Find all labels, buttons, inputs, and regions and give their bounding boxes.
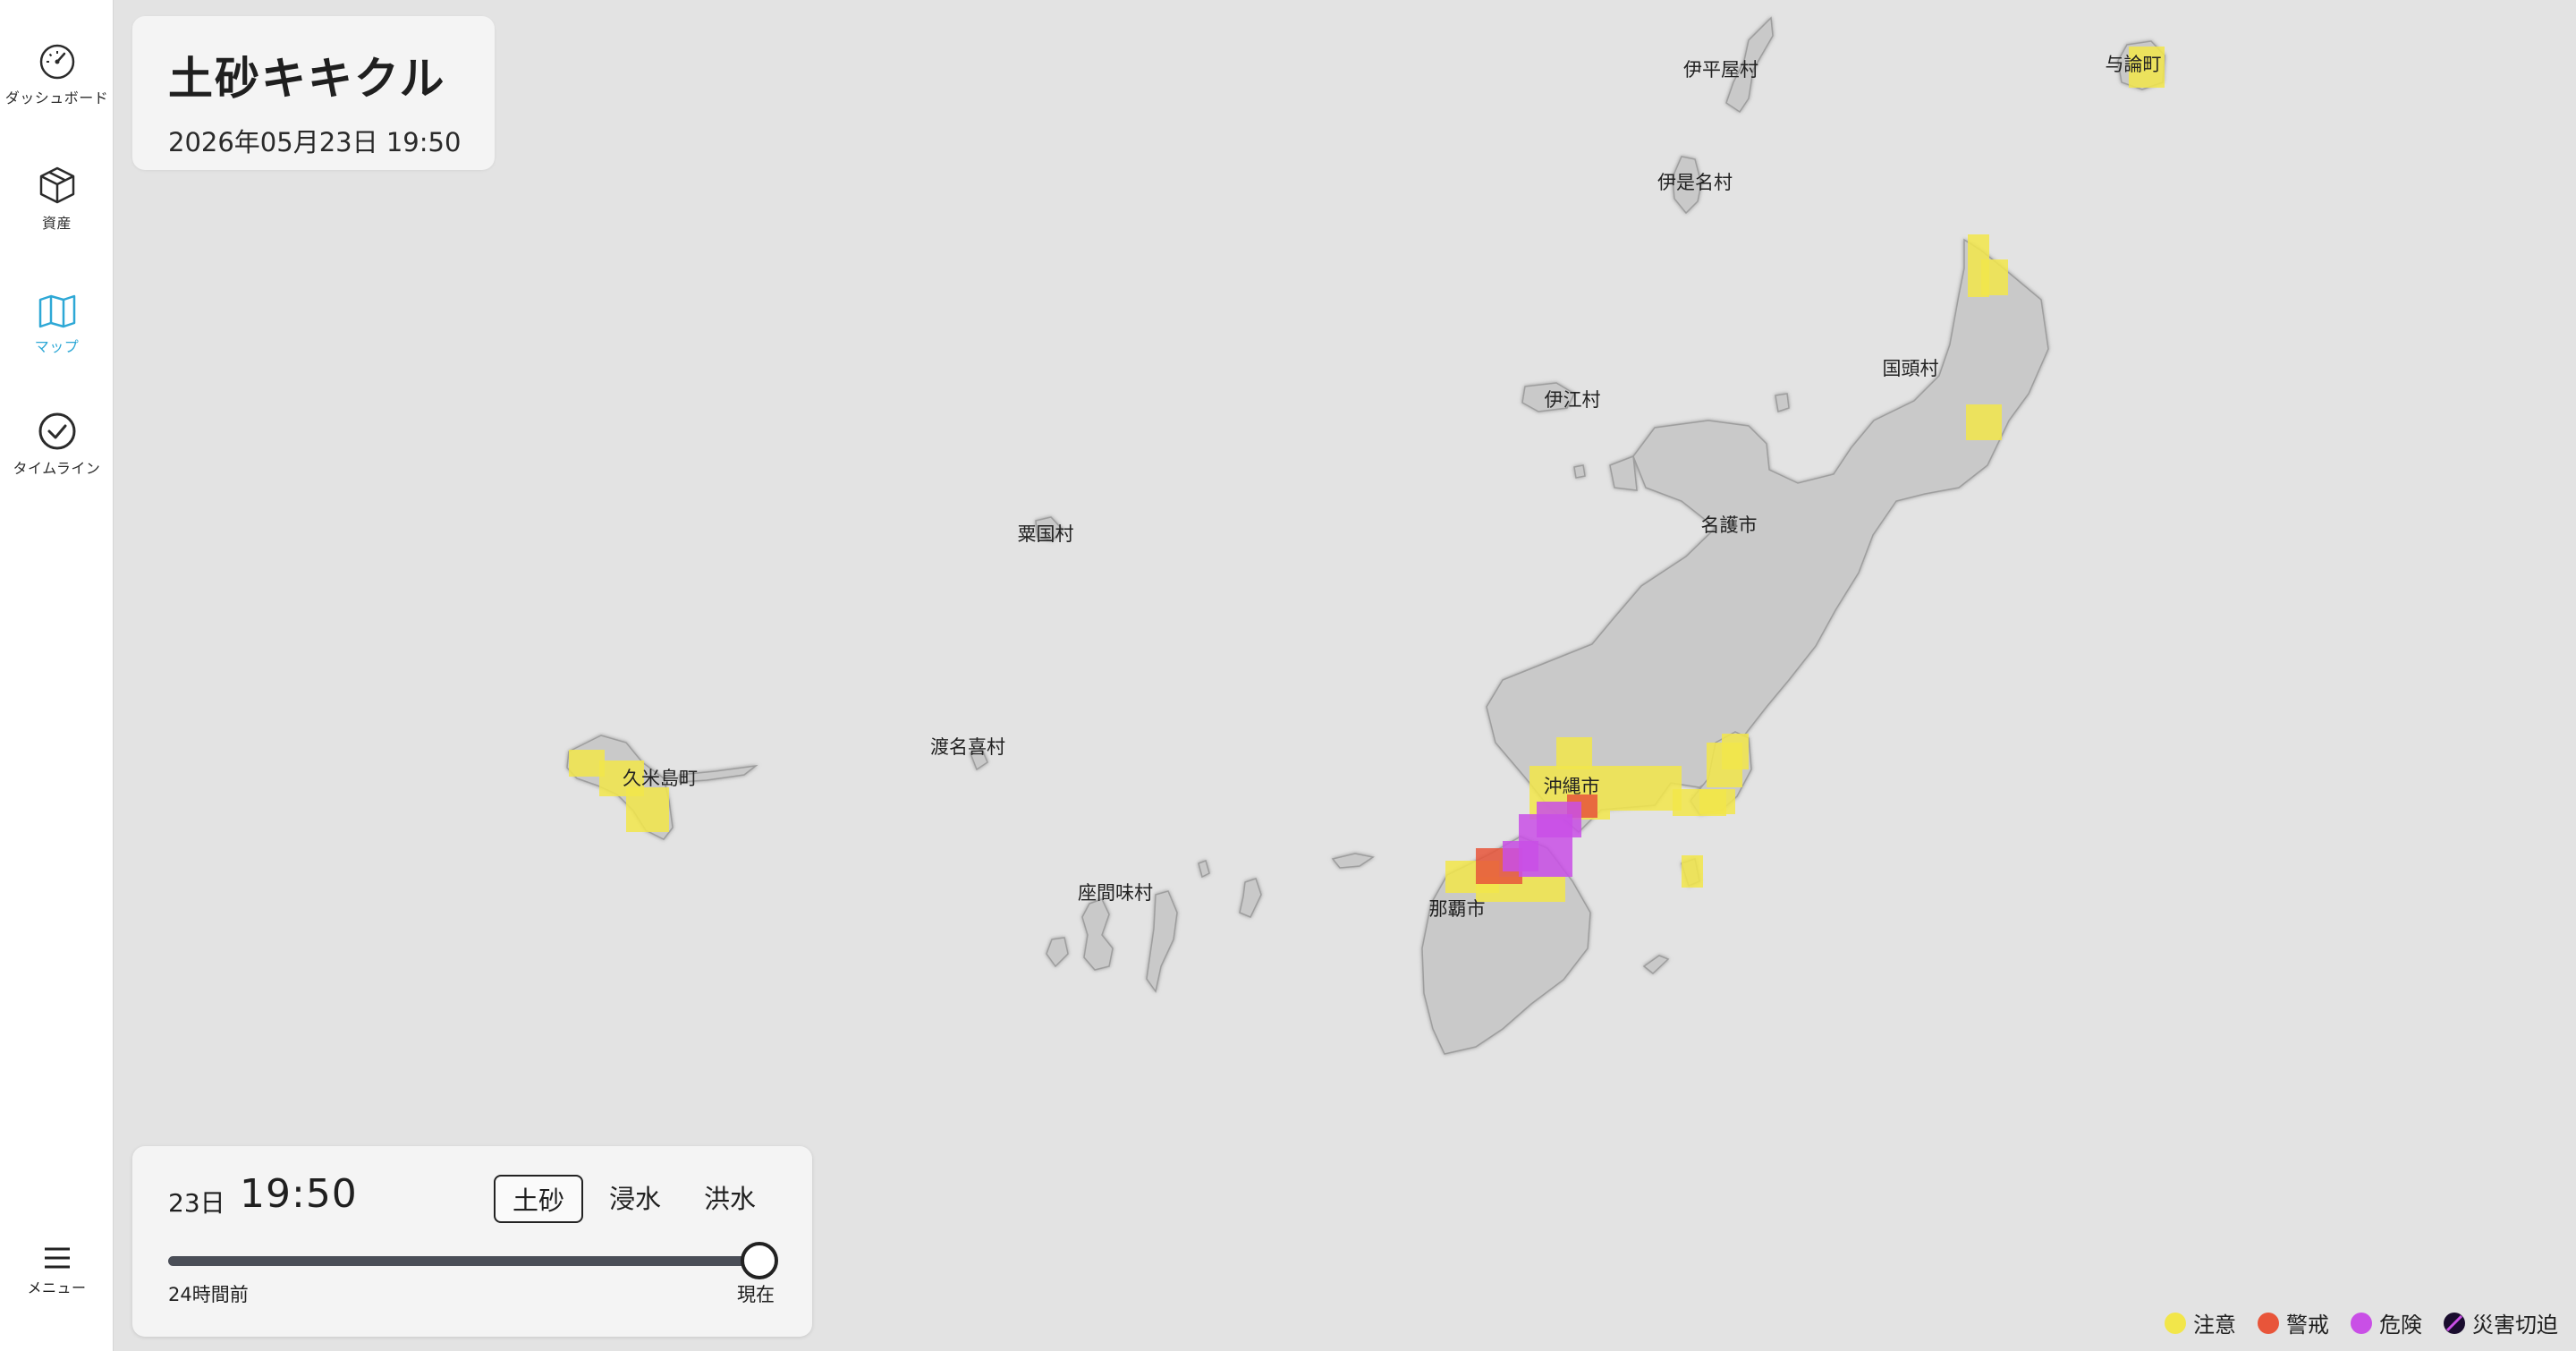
tab-inundation[interactable]: 浸水 xyxy=(592,1175,678,1223)
warning-swatch-icon xyxy=(2258,1312,2279,1334)
page-datetime: 2026年05月23日 19:50 xyxy=(168,127,462,157)
caution-swatch-icon xyxy=(2165,1312,2186,1334)
place-label-nago: 名護市 xyxy=(1700,514,1758,536)
sidebar-item-dashboard[interactable]: ダッシュボード xyxy=(0,43,114,107)
tab-flood[interactable]: 洪水 xyxy=(687,1175,773,1223)
slider-end-label: 現在 xyxy=(737,1284,775,1305)
box-icon xyxy=(39,166,74,204)
title-card: 土砂キキクル 2026年05月23日 19:50 xyxy=(132,16,495,170)
place-label-kumejima: 久米島町 xyxy=(623,768,698,789)
sidebar-item-label: 資産 xyxy=(41,215,72,232)
menu-button[interactable]: メニュー xyxy=(0,1245,114,1297)
legend-label: 警戒 xyxy=(2286,1313,2329,1338)
place-label-tonaki: 渡名喜村 xyxy=(930,736,1005,758)
sidebar-item-label: ダッシュボード xyxy=(4,89,109,106)
page-title: 土砂キキクル xyxy=(168,53,446,105)
sidebar: ダッシュボード 資産 マップ タイムライン メニュー xyxy=(0,0,114,1351)
legend-label: 注意 xyxy=(2193,1313,2236,1338)
selected-time: 19:50 xyxy=(240,1171,358,1217)
place-label-izena: 伊是名村 xyxy=(1657,172,1733,193)
sidebar-item-label: マップ xyxy=(34,338,80,355)
place-label-ie: 伊江村 xyxy=(1544,389,1601,411)
check-circle-icon xyxy=(38,412,75,450)
legend-item-imminent: 災害切迫 xyxy=(2444,1307,2558,1338)
selected-day: 23日 xyxy=(168,1188,225,1218)
place-label-zamami: 座間味村 xyxy=(1078,882,1153,904)
kerama-islands xyxy=(1081,898,1114,971)
legend: 注意 警戒 危険 災害切迫 xyxy=(2165,1307,2558,1338)
sidebar-item-timeline[interactable]: タイムライン xyxy=(0,412,114,478)
legend-label: 危険 xyxy=(2379,1313,2422,1338)
legend-label: 災害切迫 xyxy=(2472,1313,2558,1338)
place-label-iheya: 伊平屋村 xyxy=(1683,59,1758,81)
sidebar-item-map[interactable]: マップ xyxy=(0,293,114,356)
time-slider-thumb[interactable] xyxy=(741,1242,778,1279)
danger-swatch-icon xyxy=(2351,1312,2372,1334)
map-icon xyxy=(38,294,75,328)
tab-landslide[interactable]: 土砂 xyxy=(494,1175,583,1223)
place-label-yoron: 与論町 xyxy=(2105,54,2162,75)
menu-label: メニュー xyxy=(27,1279,87,1296)
place-label-aguni: 粟国村 xyxy=(1017,523,1074,545)
slider-start-label: 24時間前 xyxy=(168,1284,249,1305)
legend-item-warning: 警戒 xyxy=(2258,1307,2329,1338)
hamburger-icon xyxy=(44,1247,70,1269)
sidebar-item-assets[interactable]: 資産 xyxy=(0,165,114,233)
place-label-okinawa: 沖縄市 xyxy=(1543,776,1600,797)
place-label-naha: 那覇市 xyxy=(1428,898,1486,920)
legend-item-danger: 危険 xyxy=(2351,1307,2422,1338)
imminent-swatch-icon xyxy=(2444,1312,2465,1334)
time-control-panel: 23日 19:50 土砂 浸水 洪水 24時間前 現在 xyxy=(132,1146,812,1337)
legend-item-caution: 注意 xyxy=(2165,1307,2236,1338)
speedometer-icon xyxy=(39,44,74,80)
time-slider-track[interactable] xyxy=(168,1256,758,1266)
place-label-kunigami: 国頭村 xyxy=(1882,358,1939,379)
sidebar-item-label: タイムライン xyxy=(13,460,101,477)
